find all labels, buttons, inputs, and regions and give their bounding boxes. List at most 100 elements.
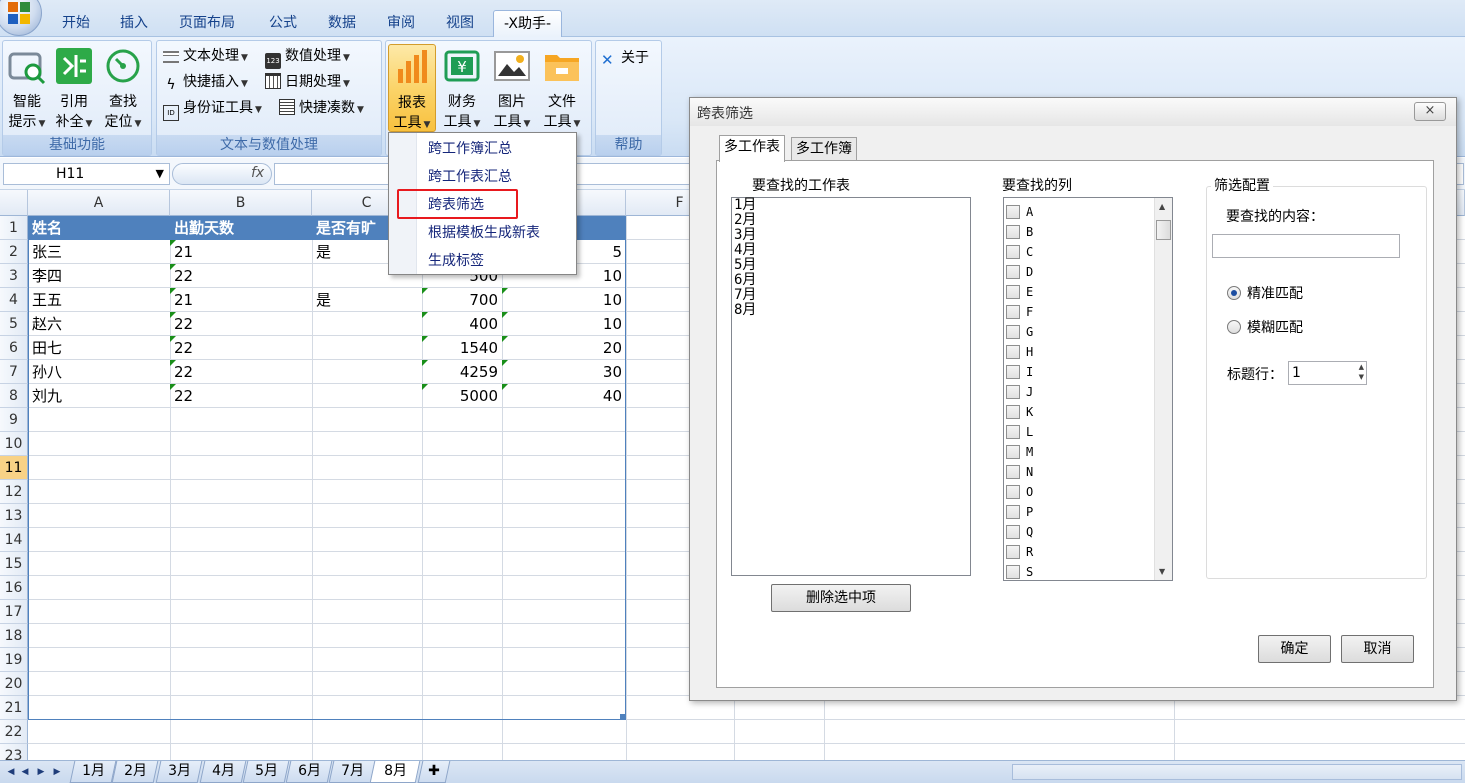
row-header[interactable]: 6	[0, 336, 28, 360]
table-cell[interactable]: 田七	[28, 336, 170, 360]
table-cell[interactable]: 22	[170, 384, 312, 408]
column-checkbox-item[interactable]: C	[1006, 242, 1033, 262]
report-tool-button[interactable]: 报表 工具 ▼	[388, 44, 436, 132]
quick-sum-button[interactable]: 快捷凑数 ▼	[279, 97, 364, 119]
select-all-corner[interactable]	[0, 190, 28, 216]
row-header[interactable]: 10	[0, 432, 28, 456]
dialog-title-bar[interactable]: 跨表筛选 ×	[690, 98, 1456, 126]
table-cell[interactable]: 22	[170, 312, 312, 336]
ok-button[interactable]: 确定	[1258, 635, 1331, 663]
checkbox[interactable]	[1006, 465, 1020, 479]
column-checkbox-item[interactable]: Q	[1006, 522, 1033, 542]
tab-x-helper[interactable]: -X助手-	[493, 10, 562, 37]
column-checkbox-item[interactable]: P	[1006, 502, 1033, 522]
table-header-cell[interactable]: 出勤天数	[170, 216, 312, 240]
horizontal-scrollbar[interactable]	[1012, 764, 1462, 780]
checkbox[interactable]	[1006, 205, 1020, 219]
column-checkbox-item[interactable]: S	[1006, 562, 1033, 580]
stepper-up-icon[interactable]: ▲	[1359, 363, 1364, 372]
tab-home[interactable]: 开始	[52, 10, 100, 37]
sheet-list-item[interactable]: 3月	[732, 228, 970, 243]
about-button[interactable]: ✕ 关于	[601, 47, 649, 69]
chevron-down-icon[interactable]: ▼	[156, 164, 164, 184]
row-header[interactable]: 4	[0, 288, 28, 312]
scroll-thumb[interactable]	[1156, 220, 1171, 240]
table-cell[interactable]: 22	[170, 336, 312, 360]
row-header[interactable]: 16	[0, 576, 28, 600]
checkbox[interactable]	[1006, 505, 1020, 519]
sheet-list-item[interactable]: 8月	[732, 303, 970, 318]
table-cell[interactable]	[312, 360, 422, 384]
checkbox[interactable]	[1006, 405, 1020, 419]
table-cell[interactable]: 赵六	[28, 312, 170, 336]
row-header[interactable]: 5	[0, 312, 28, 336]
table-cell[interactable]: 10	[502, 288, 626, 312]
columns-scrollbar[interactable]: ▲ ▼	[1154, 198, 1172, 580]
table-cell[interactable]: 22	[170, 360, 312, 384]
sheet-tab[interactable]: 5月	[242, 761, 290, 783]
checkbox[interactable]	[1006, 545, 1020, 559]
menu-item-cross-sheet-summary[interactable]: 跨工作表汇总	[428, 165, 512, 189]
stepper-down-icon[interactable]: ▼	[1359, 373, 1364, 382]
column-checkbox-item[interactable]: R	[1006, 542, 1033, 562]
checkbox[interactable]	[1006, 365, 1020, 379]
row-header[interactable]: 11	[0, 456, 28, 480]
column-header-b[interactable]: B	[170, 190, 312, 216]
menu-item-cross-workbook-summary[interactable]: 跨工作簿汇总	[428, 137, 512, 161]
delete-selected-button[interactable]: 删除选中项	[771, 584, 911, 612]
row-header[interactable]: 18	[0, 624, 28, 648]
table-cell[interactable]: 是	[312, 288, 422, 312]
checkbox[interactable]	[1006, 565, 1020, 579]
tab-multi-sheet[interactable]: 多工作表	[719, 135, 785, 162]
sheet-list-item[interactable]: 2月	[732, 213, 970, 228]
column-checkbox-item[interactable]: K	[1006, 402, 1033, 422]
table-cell[interactable]: 1540	[422, 336, 502, 360]
row-header[interactable]: 2	[0, 240, 28, 264]
radio-exact-match[interactable]: 精准匹配	[1227, 283, 1303, 303]
sheet-tab[interactable]: 7月	[328, 761, 376, 783]
checkbox[interactable]	[1006, 305, 1020, 319]
table-cell[interactable]: 21	[170, 240, 312, 264]
sheet-list-item[interactable]: 5月	[732, 258, 970, 273]
radio-fuzzy-match[interactable]: 模糊匹配	[1227, 317, 1303, 337]
checkbox[interactable]	[1006, 345, 1020, 359]
row-header[interactable]: 3	[0, 264, 28, 288]
checkbox[interactable]	[1006, 265, 1020, 279]
smart-hint-button[interactable]: 智能 提示 ▼	[3, 44, 51, 132]
checkbox[interactable]	[1006, 325, 1020, 339]
column-header-a[interactable]: A	[28, 190, 170, 216]
column-checkbox-item[interactable]: O	[1006, 482, 1033, 502]
table-cell[interactable]: 30	[502, 360, 626, 384]
scroll-down-icon[interactable]: ▼	[1159, 567, 1165, 576]
column-checkbox-item[interactable]: E	[1006, 282, 1033, 302]
checkbox[interactable]	[1006, 285, 1020, 299]
column-checkbox-item[interactable]: A	[1006, 202, 1033, 222]
column-checkbox-item[interactable]: G	[1006, 322, 1033, 342]
find-locate-button[interactable]: 查找 定位 ▼	[99, 44, 147, 132]
table-cell[interactable]: 21	[170, 288, 312, 312]
row-header[interactable]: 1	[0, 216, 28, 240]
sheet-list-item[interactable]: 6月	[732, 273, 970, 288]
first-sheet-icon[interactable]: ◀	[4, 764, 18, 780]
table-cell[interactable]: 40	[502, 384, 626, 408]
column-checkbox-item[interactable]: L	[1006, 422, 1033, 442]
cancel-button[interactable]: 取消	[1341, 635, 1414, 663]
tab-page-layout[interactable]: 页面布局	[169, 10, 245, 37]
table-cell[interactable]: 孙八	[28, 360, 170, 384]
name-box[interactable]: H11 ▼	[3, 163, 170, 185]
table-cell[interactable]	[312, 336, 422, 360]
tab-formulas[interactable]: 公式	[259, 10, 307, 37]
sheet-tab[interactable]: 4月	[199, 761, 247, 783]
prev-sheet-icon[interactable]: ◀	[18, 764, 32, 780]
table-cell[interactable]	[312, 312, 422, 336]
quick-insert-button[interactable]: ϟ 快捷插入 ▼	[163, 71, 248, 93]
next-sheet-icon[interactable]: ▶	[34, 764, 48, 780]
table-resize-handle[interactable]	[620, 714, 626, 720]
column-checkbox-item[interactable]: J	[1006, 382, 1033, 402]
insert-sheet-icon[interactable]: ✚	[417, 761, 451, 783]
row-header[interactable]: 9	[0, 408, 28, 432]
checkbox[interactable]	[1006, 525, 1020, 539]
sheet-tab[interactable]: 8月	[369, 761, 421, 783]
table-cell[interactable]: 22	[170, 264, 312, 288]
row-header[interactable]: 19	[0, 648, 28, 672]
